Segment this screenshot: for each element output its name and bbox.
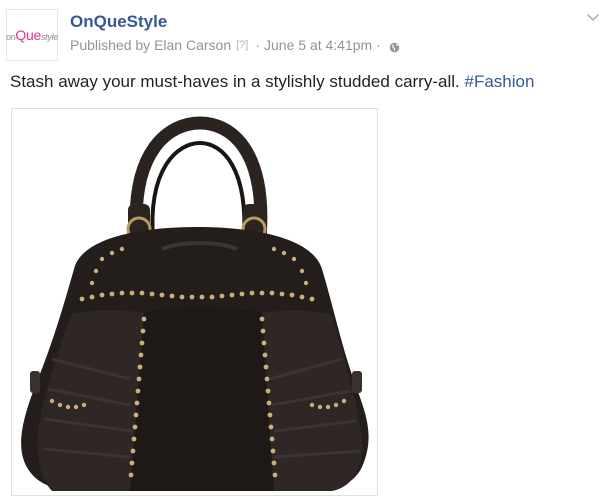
separator-dot: · — [376, 37, 381, 53]
separator-dot: · — [255, 37, 261, 53]
post-text: Stash away your must-haves in a stylishl… — [10, 72, 460, 91]
post-message: Stash away your must-haves in a stylishl… — [10, 72, 534, 92]
page-avatar[interactable]: onQuestyle — [6, 9, 58, 61]
timestamp-link[interactable]: June 5 at 4:41pm — [264, 37, 372, 53]
post-photo[interactable] — [11, 108, 378, 496]
page-name-link[interactable]: OnQueStyle — [70, 12, 167, 32]
author-link[interactable]: Elan Carson — [154, 37, 231, 53]
chevron-down-icon — [586, 13, 600, 21]
post-options-button[interactable] — [583, 8, 603, 26]
feed-post: onQuestyle OnQueStyle Published by Elan … — [0, 0, 610, 503]
hashtag-link[interactable]: #Fashion — [464, 72, 534, 91]
handbag-image — [21, 116, 369, 491]
page-logo: onQuestyle — [6, 27, 58, 43]
globe-icon[interactable] — [389, 40, 400, 52]
published-by-label: Published by — [70, 37, 151, 53]
post-meta: Published by Elan Carson [?] · June 5 at… — [70, 37, 400, 53]
help-mark[interactable]: [?] — [236, 39, 248, 51]
